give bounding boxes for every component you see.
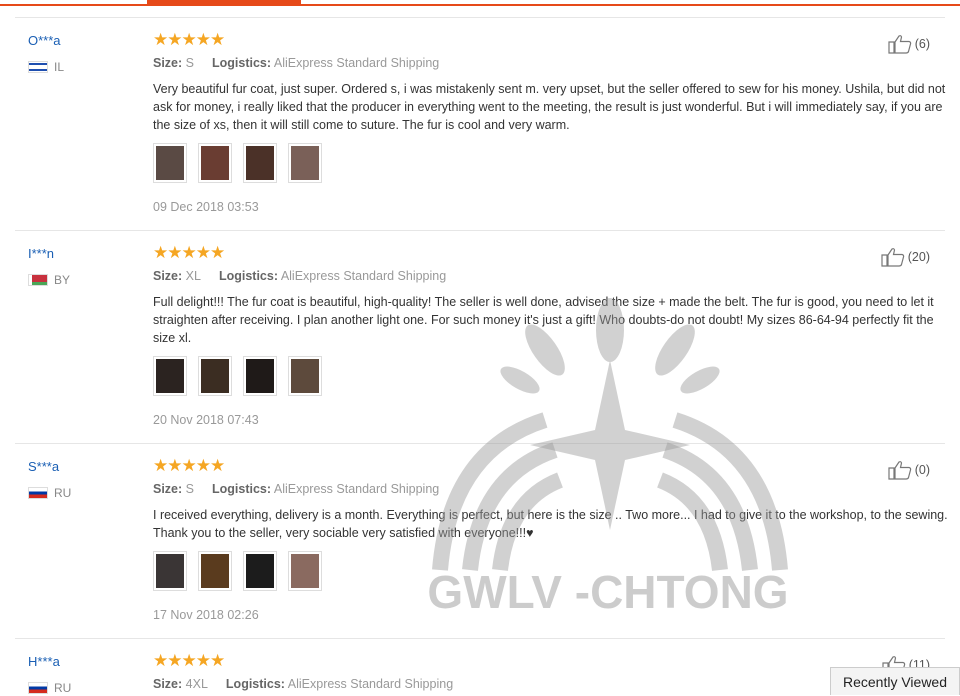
country-code: RU — [54, 486, 72, 500]
review-photo-thumb[interactable] — [153, 356, 187, 396]
size-value: S — [185, 482, 195, 496]
thumbs-up-icon — [888, 460, 912, 480]
size-value: XL — [185, 269, 201, 283]
like-count: (6) — [914, 37, 930, 51]
review-date: 20 Nov 2018 07:43 — [153, 413, 259, 427]
review-date: 09 Dec 2018 03:53 — [153, 200, 259, 214]
order-info: Size: 4XL Logistics: AliExpress Standard … — [153, 677, 453, 691]
flag-icon — [28, 682, 48, 694]
like-button[interactable]: (6) — [888, 34, 930, 54]
thumbs-up-icon — [888, 34, 912, 54]
review-photo-thumb[interactable] — [288, 551, 322, 591]
size-value: S — [185, 56, 195, 70]
rating-stars: ★★★★★ — [153, 456, 225, 475]
review-photo-thumb[interactable] — [198, 143, 232, 183]
size-label: Size: — [153, 482, 183, 496]
review-photos — [153, 551, 322, 591]
logistics-value: AliExpress Standard Shipping — [273, 56, 440, 70]
review-text: I received everything, delivery is a mon… — [153, 508, 948, 540]
size-label: Size: — [153, 677, 183, 691]
review-photo-thumb[interactable] — [243, 356, 277, 396]
size-label: Size: — [153, 56, 183, 70]
rating-stars: ★★★★★ — [153, 30, 225, 49]
reviewer-name[interactable]: O***a — [28, 33, 61, 48]
logistics-value: AliExpress Standard Shipping — [287, 677, 454, 691]
review-photos — [153, 356, 322, 396]
country-code: RU — [54, 681, 72, 695]
thumbs-up-icon — [881, 247, 905, 267]
review-photo-thumb[interactable] — [198, 356, 232, 396]
review-item: S***a RU ★★★★★ Size: S Logistics: AliExpr… — [15, 443, 948, 639]
order-info: Size: XL Logistics: AliExpress Standard S… — [153, 269, 446, 283]
tab-bar — [0, 0, 960, 6]
country-code: BY — [54, 273, 71, 287]
flag-icon — [28, 61, 48, 73]
review-photo-thumb[interactable] — [153, 143, 187, 183]
recently-viewed-button[interactable]: Recently Viewed — [830, 667, 960, 695]
logistics-label: Logistics: — [218, 269, 279, 283]
logistics-label: Logistics: — [212, 482, 272, 496]
reviewer-country: BY — [28, 273, 70, 287]
reviewer-name[interactable]: I***n — [28, 246, 54, 261]
logistics-value: AliExpress Standard Shipping — [280, 269, 447, 283]
flag-icon — [28, 487, 48, 499]
review-item: O***a IL ★★★★★ Size: S Logistics: AliExpr… — [15, 17, 945, 231]
reviewer-country: IL — [28, 60, 64, 74]
review-photo-thumb[interactable] — [288, 356, 322, 396]
review-item: I***n BY ★★★★★ Size: XL Logistics: AliExp… — [15, 230, 945, 444]
order-info: Size: S Logistics: AliExpress Standard Sh… — [153, 56, 439, 70]
rating-stars: ★★★★★ — [153, 651, 225, 670]
logistics-label: Logistics: — [225, 677, 285, 691]
flag-icon — [28, 274, 48, 286]
review-photo-thumb[interactable] — [198, 551, 232, 591]
reviewer-name[interactable]: S***a — [28, 459, 59, 474]
review-photo-thumb[interactable] — [243, 551, 277, 591]
like-count: (0) — [914, 463, 930, 477]
rating-stars: ★★★★★ — [153, 243, 225, 262]
size-label: Size: — [153, 269, 183, 283]
active-tab-indicator[interactable] — [147, 0, 301, 6]
logistics-value: AliExpress Standard Shipping — [273, 482, 440, 496]
review-text: Very beautiful fur coat, just super. Ord… — [153, 82, 946, 132]
review-text: Full delight!!! The fur coat is beautifu… — [153, 295, 934, 345]
review-photos — [153, 143, 322, 183]
review-item: H***a RU ★★★★★ Size: 4XL Logistics: AliEx… — [15, 638, 945, 696]
reviewer-country: RU — [28, 486, 71, 500]
tab-bar-line — [0, 4, 960, 6]
like-button[interactable]: (0) — [888, 460, 930, 480]
logistics-label: Logistics: — [212, 56, 272, 70]
review-photo-thumb[interactable] — [243, 143, 277, 183]
review-photo-thumb[interactable] — [153, 551, 187, 591]
like-count: (20) — [907, 250, 930, 264]
order-info: Size: S Logistics: AliExpress Standard Sh… — [153, 482, 439, 496]
country-code: IL — [54, 60, 65, 74]
reviewer-country: RU — [28, 681, 71, 695]
reviewer-name[interactable]: H***a — [28, 654, 60, 669]
review-date: 17 Nov 2018 02:26 — [153, 608, 259, 622]
size-value: 4XL — [185, 677, 208, 691]
review-photo-thumb[interactable] — [288, 143, 322, 183]
like-button[interactable]: (20) — [881, 247, 930, 267]
